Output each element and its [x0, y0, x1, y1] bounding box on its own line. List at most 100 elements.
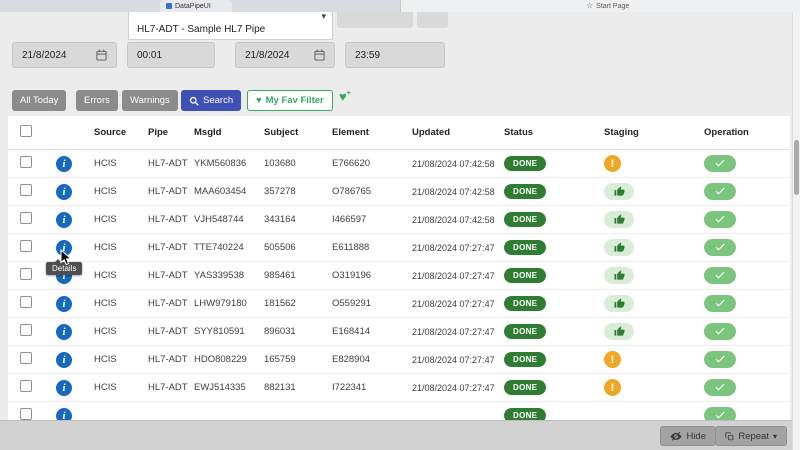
heart-icon: ♥	[339, 89, 347, 104]
info-icon[interactable]: i	[56, 296, 72, 312]
thumbs-up-icon[interactable]	[604, 239, 634, 256]
cell-status: DONE	[496, 352, 596, 367]
cell-operation	[696, 295, 790, 313]
row-checkbox[interactable]	[20, 212, 32, 224]
filter-field-partial[interactable]	[417, 12, 448, 28]
cell-status: DONE	[496, 240, 596, 255]
cell-subject: 103680	[256, 158, 324, 169]
info-icon[interactable]: i	[56, 212, 72, 228]
row-checkbox[interactable]	[20, 324, 32, 336]
table-row: iHCISHL7-ADTSYY810591896031E16841421/08/…	[8, 318, 790, 346]
cell-staging	[596, 323, 696, 340]
date-from-input[interactable]: 21/8/2024	[12, 42, 117, 68]
app-window: DataPipeUI ☆ Start Page ▾ HL7-ADT - Samp…	[0, 0, 800, 450]
info-icon[interactable]: i	[56, 324, 72, 340]
calendar-icon[interactable]	[96, 49, 107, 61]
warning-icon[interactable]: !	[604, 155, 621, 172]
thumbs-up-icon[interactable]	[604, 211, 634, 228]
cell-subject: 181562	[256, 298, 324, 309]
status-badge: DONE	[504, 184, 546, 199]
filter-field-partial[interactable]	[337, 12, 413, 28]
thumbs-up-icon[interactable]	[604, 295, 634, 312]
success-check-icon[interactable]	[704, 407, 736, 420]
time-to-input[interactable]: 23:59	[345, 42, 445, 68]
my-fav-filter-label: My Fav Filter	[266, 95, 324, 106]
row-checkbox[interactable]	[20, 268, 32, 280]
thumbs-up-icon[interactable]	[604, 183, 634, 200]
calendar-icon[interactable]	[314, 49, 325, 61]
cell-updated: 21/08/2024 07:27:47	[404, 383, 496, 393]
info-icon[interactable]: i	[56, 408, 72, 421]
info-icon[interactable]: i	[56, 184, 72, 200]
info-icon[interactable]: i	[56, 352, 72, 368]
thumbs-up-icon[interactable]	[604, 323, 634, 340]
warnings-button[interactable]: Warnings	[122, 90, 178, 111]
plus-icon: +	[347, 90, 351, 97]
column-header-operation: Operation	[696, 127, 790, 138]
repeat-button[interactable]: Repeat ▾	[715, 426, 787, 446]
my-fav-filter-button[interactable]: ♥ My Fav Filter	[247, 90, 333, 111]
success-check-icon[interactable]	[704, 211, 736, 228]
date-to-input[interactable]: 21/8/2024	[235, 42, 335, 68]
pipe-select[interactable]: ▾ HL7-ADT - Sample HL7 Pipe	[128, 12, 333, 40]
cell-element: E168414	[324, 326, 404, 337]
cell-element: E766620	[324, 158, 404, 169]
info-icon[interactable]: i	[56, 156, 72, 172]
row-checkbox[interactable]	[20, 184, 32, 196]
vertical-scrollbar	[792, 12, 800, 450]
warning-icon[interactable]: !	[604, 379, 621, 396]
success-check-icon[interactable]	[704, 267, 736, 284]
browser-tab[interactable]: DataPipeUI	[160, 0, 232, 12]
row-checkbox[interactable]	[20, 380, 32, 392]
success-check-icon[interactable]	[704, 323, 736, 340]
all-today-button[interactable]: All Today	[12, 90, 66, 111]
status-badge: DONE	[504, 380, 546, 395]
cell-staging	[596, 211, 696, 228]
errors-button[interactable]: Errors	[76, 90, 118, 111]
select-all-checkbox[interactable]	[20, 125, 32, 137]
thumbs-up-icon[interactable]	[604, 267, 634, 284]
table-row: iHCISHL7-ADTEWJ514335882131I72234121/08/…	[8, 374, 790, 402]
add-favorite-heart-button[interactable]: ♥+	[339, 90, 351, 103]
cell-pipe: HL7-ADT	[140, 326, 186, 337]
success-check-icon[interactable]	[704, 239, 736, 256]
warning-icon[interactable]: !	[604, 351, 621, 368]
search-button[interactable]: Search	[181, 90, 241, 111]
cell-status: DONE	[496, 380, 596, 395]
cell-status: DONE	[496, 212, 596, 227]
cell-updated: 21/08/2024 07:27:47	[404, 327, 496, 337]
cell-source: HCIS	[86, 298, 140, 309]
row-checkbox[interactable]	[20, 352, 32, 364]
cell-msgid: SYY810591	[186, 326, 256, 337]
column-header-source: Source	[86, 127, 140, 138]
status-badge: DONE	[504, 352, 546, 367]
success-check-icon[interactable]	[704, 155, 736, 172]
time-from-input[interactable]: 00:01	[127, 42, 215, 68]
start-page-tab[interactable]: ☆ Start Page	[400, 0, 800, 12]
success-check-icon[interactable]	[704, 295, 736, 312]
all-today-label: All Today	[20, 95, 58, 106]
heart-icon: ♥	[256, 95, 262, 106]
success-check-icon[interactable]	[704, 351, 736, 368]
status-badge: DONE	[504, 240, 546, 255]
status-badge: DONE	[504, 408, 546, 420]
column-header-status: Status	[496, 127, 596, 138]
status-badge: DONE	[504, 156, 546, 171]
mouse-cursor	[60, 249, 72, 266]
cell-msgid: MAA603454	[186, 186, 256, 197]
success-check-icon[interactable]	[704, 183, 736, 200]
cell-msgid: VJH548744	[186, 214, 256, 225]
row-checkbox[interactable]	[20, 296, 32, 308]
row-checkbox[interactable]	[20, 240, 32, 252]
row-checkbox[interactable]	[20, 156, 32, 168]
column-header-subject: Subject	[256, 127, 324, 138]
scrollbar-thumb[interactable]	[794, 140, 799, 195]
success-check-icon[interactable]	[704, 379, 736, 396]
hide-button[interactable]: Hide	[660, 426, 716, 446]
cell-pipe: HL7-ADT	[140, 242, 186, 253]
row-checkbox[interactable]	[20, 408, 32, 420]
table-row: iHCISHL7-ADTVJH548744343164I46659721/08/…	[8, 206, 790, 234]
cell-staging: !	[596, 155, 696, 172]
info-icon[interactable]: i	[56, 380, 72, 396]
cell-source: HCIS	[86, 214, 140, 225]
